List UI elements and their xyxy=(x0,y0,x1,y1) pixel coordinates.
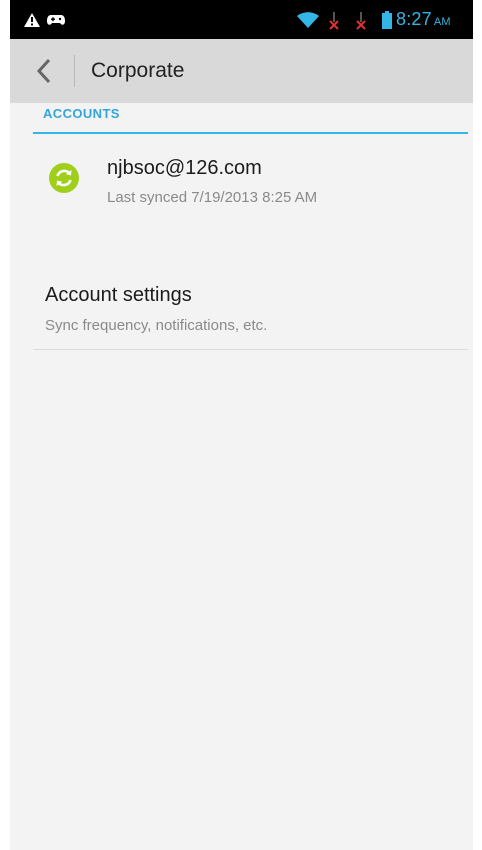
status-time-value: 8:27 xyxy=(396,9,432,29)
section-divider xyxy=(33,132,468,134)
chevron-left-icon xyxy=(36,58,51,84)
account-settings-title: Account settings xyxy=(45,284,192,306)
account-email: njbsoc@126.com xyxy=(107,157,262,179)
action-bar-divider xyxy=(74,55,75,87)
screen: 8:27 AM Corporate ACCOUNTS njbsoc@126.co… xyxy=(10,0,473,850)
account-settings-item[interactable]: Account settings Sync frequency, notific… xyxy=(33,280,468,348)
sim-no-signal-icon xyxy=(328,0,340,39)
action-bar: Corporate xyxy=(10,39,473,103)
battery-icon xyxy=(382,0,392,39)
sim-no-signal-icon xyxy=(355,0,367,39)
gamepad-icon xyxy=(47,0,65,39)
account-last-synced: Last synced 7/19/2013 8:25 AM xyxy=(107,189,318,206)
sync-icon xyxy=(49,163,79,193)
status-ampm: AM xyxy=(433,15,451,28)
account-settings-summary: Sync frequency, notifications, etc. xyxy=(45,317,268,334)
status-bar: 8:27 AM xyxy=(10,0,473,39)
wifi-icon xyxy=(297,0,319,39)
page-title: Corporate xyxy=(91,59,185,82)
back-button[interactable] xyxy=(24,51,64,91)
accounts-section-header: ACCOUNTS xyxy=(43,106,120,121)
warning-icon xyxy=(24,0,40,39)
account-item[interactable]: njbsoc@126.com Last synced 7/19/2013 8:2… xyxy=(33,145,468,217)
list-divider xyxy=(33,349,468,350)
status-time: 8:27 AM xyxy=(396,0,451,39)
